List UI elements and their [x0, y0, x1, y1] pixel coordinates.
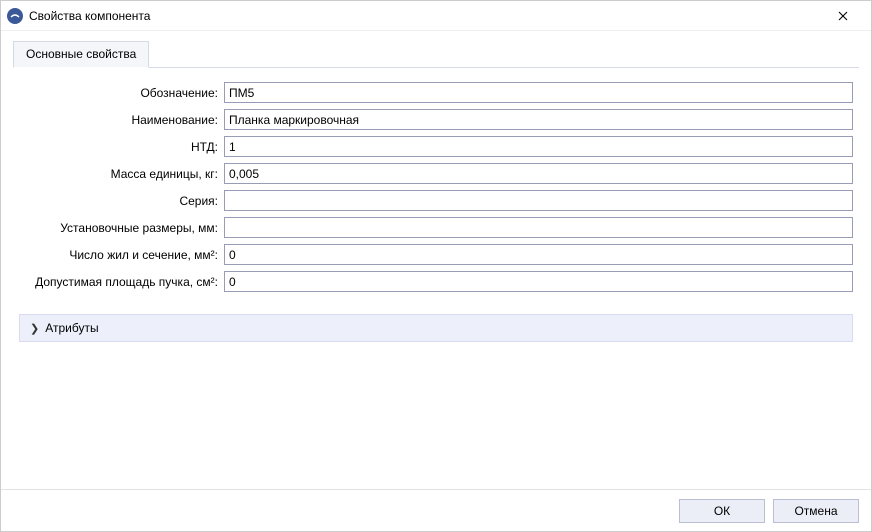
input-series[interactable] — [224, 190, 853, 211]
app-icon — [7, 8, 23, 24]
row-mount: Установочные размеры, мм: — [19, 217, 853, 238]
footer: ОК Отмена — [1, 489, 871, 531]
label-ntd: НТД: — [19, 140, 224, 154]
input-wires[interactable] — [224, 244, 853, 265]
label-mount: Установочные размеры, мм: — [19, 221, 224, 235]
input-mass[interactable] — [224, 163, 853, 184]
input-ntd[interactable] — [224, 136, 853, 157]
label-mass: Масса единицы, кг: — [19, 167, 224, 181]
tab-main-properties[interactable]: Основные свойства — [13, 41, 149, 68]
row-wires: Число жил и сечение, мм²: — [19, 244, 853, 265]
input-mount[interactable] — [224, 217, 853, 238]
tabstrip: Основные свойства — [13, 41, 859, 68]
close-icon — [838, 11, 848, 21]
label-designation: Обозначение: — [19, 86, 224, 100]
content-area: Основные свойства Обозначение: Наименова… — [1, 31, 871, 489]
close-button[interactable] — [823, 2, 863, 30]
ok-button[interactable]: ОК — [679, 499, 765, 523]
label-area: Допустимая площадь пучка, см²: — [19, 275, 224, 289]
collapser-attributes[interactable]: ❯ Атрибуты — [19, 314, 853, 342]
titlebar: Свойства компонента — [1, 1, 871, 31]
row-ntd: НТД: — [19, 136, 853, 157]
chevron-right-icon: ❯ — [30, 322, 39, 335]
input-designation[interactable] — [224, 82, 853, 103]
row-series: Серия: — [19, 190, 853, 211]
cancel-button[interactable]: Отмена — [773, 499, 859, 523]
row-name: Наименование: — [19, 109, 853, 130]
input-area[interactable] — [224, 271, 853, 292]
label-wires: Число жил и сечение, мм²: — [19, 248, 224, 262]
row-area: Допустимая площадь пучка, см²: — [19, 271, 853, 292]
form-main-properties: Обозначение: Наименование: НТД: Масса ед… — [13, 82, 859, 306]
label-series: Серия: — [19, 194, 224, 208]
window-title: Свойства компонента — [29, 9, 823, 23]
collapser-attributes-label: Атрибуты — [45, 321, 98, 335]
label-name: Наименование: — [19, 113, 224, 127]
row-designation: Обозначение: — [19, 82, 853, 103]
row-mass: Масса единицы, кг: — [19, 163, 853, 184]
input-name[interactable] — [224, 109, 853, 130]
